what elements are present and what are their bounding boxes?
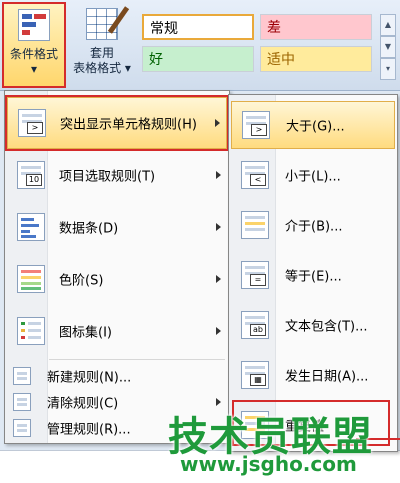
submenu-less-than[interactable]: < 小于(L)... [231, 151, 395, 199]
submenu-arrow-icon [216, 223, 221, 231]
gallery-down-icon[interactable]: ▼ [380, 36, 396, 58]
icon-sets-icon [17, 317, 45, 345]
submenu-text-contains[interactable]: ab 文本包含(T)... [231, 301, 395, 349]
submenu-item-label: 小于(L)... [285, 169, 341, 185]
submenu-arrow-icon [216, 171, 221, 179]
style-neutral[interactable]: 适中 [260, 46, 372, 72]
highlight-frame [2, 2, 66, 88]
submenu-greater-than[interactable]: > 大于(G)... [231, 101, 395, 149]
submenu-item-label: 大于(G)... [286, 119, 345, 135]
clear-rules-icon [13, 393, 31, 411]
menu-data-bars[interactable]: 数据条(D) [7, 201, 227, 253]
menu-color-scales[interactable]: 色阶(S) [7, 253, 227, 305]
menu-item-label: 图标集(I) [59, 325, 112, 341]
top-bottom-icon: 10 [17, 161, 45, 189]
submenu-between[interactable]: 介于(B)... [231, 201, 395, 249]
gallery-more-icon[interactable]: ▾ [380, 58, 396, 80]
highlight-rules-submenu: > 大于(G)... < 小于(L)... 介于(B)... = 等于(E)..… [228, 94, 398, 452]
conditional-format-menu: > 突出显示单元格规则(H) 10 项目选取规则(T) 数据条(D) 色阶(S) [4, 90, 230, 444]
menu-new-rule[interactable]: 新建规则(N)... [7, 363, 227, 389]
menu-separator [49, 359, 225, 360]
menu-top-bottom-rules[interactable]: 10 项目选取规则(T) [7, 149, 227, 201]
gallery-up-icon[interactable]: ▲ [380, 14, 396, 36]
format-table-label-1: 套用 [89, 46, 114, 60]
watermark-url: www.jsgho.com [180, 452, 357, 476]
submenu-equal-to[interactable]: = 等于(E)... [231, 251, 395, 299]
color-scales-icon [17, 265, 45, 293]
menu-highlight-cells-rules[interactable]: > 突出显示单元格规则(H) [5, 95, 229, 151]
highlight-frame [5, 95, 229, 151]
style-normal[interactable]: 常规 [142, 14, 254, 40]
between-icon [241, 211, 269, 239]
less-than-icon: < [241, 161, 269, 189]
menu-item-label: 色阶(S) [59, 273, 104, 289]
format-as-table-button[interactable]: 套用 表格格式 ▾ [70, 2, 134, 88]
format-table-icon [86, 8, 118, 40]
equal-to-icon: = [241, 261, 269, 289]
menu-item-label: 新建规则(N)... [47, 370, 132, 386]
date-occurring-icon: ▦ [241, 361, 269, 389]
menu-item-label: 管理规则(R)... [47, 422, 131, 438]
data-bars-icon [17, 213, 45, 241]
gallery-scroll: ▲ ▼ ▾ [380, 14, 396, 80]
submenu-item-label: 介于(B)... [285, 219, 343, 235]
style-good[interactable]: 好 [142, 46, 254, 72]
menu-item-label: 清除规则(C) [47, 396, 119, 412]
menu-icon-sets[interactable]: 图标集(I) [7, 305, 227, 357]
greater-than-icon: > [242, 111, 270, 139]
new-rule-icon [13, 367, 31, 385]
submenu-item-label: 文本包含(T)... [285, 319, 368, 335]
submenu-arrow-icon [216, 275, 221, 283]
format-table-label-2: 表格格式 ▾ [73, 61, 131, 75]
submenu-item-label: 发生日期(A)... [285, 369, 369, 385]
style-bad[interactable]: 差 [260, 14, 372, 40]
menu-item-label: 项目选取规则(T) [59, 169, 156, 185]
menu-item-label: 数据条(D) [59, 221, 119, 237]
conditional-format-button[interactable]: 条件格式 ▾ [2, 2, 66, 88]
manage-rules-icon [13, 419, 31, 437]
submenu-item-label: 等于(E)... [285, 269, 342, 285]
submenu-date-occurring[interactable]: ▦ 发生日期(A)... [231, 351, 395, 399]
text-contains-icon: ab [241, 311, 269, 339]
submenu-arrow-icon [216, 327, 221, 335]
ribbon: 条件格式 ▾ 套用 表格格式 ▾ 常规 差 好 适中 ▲ ▼ ▾ [0, 0, 400, 91]
